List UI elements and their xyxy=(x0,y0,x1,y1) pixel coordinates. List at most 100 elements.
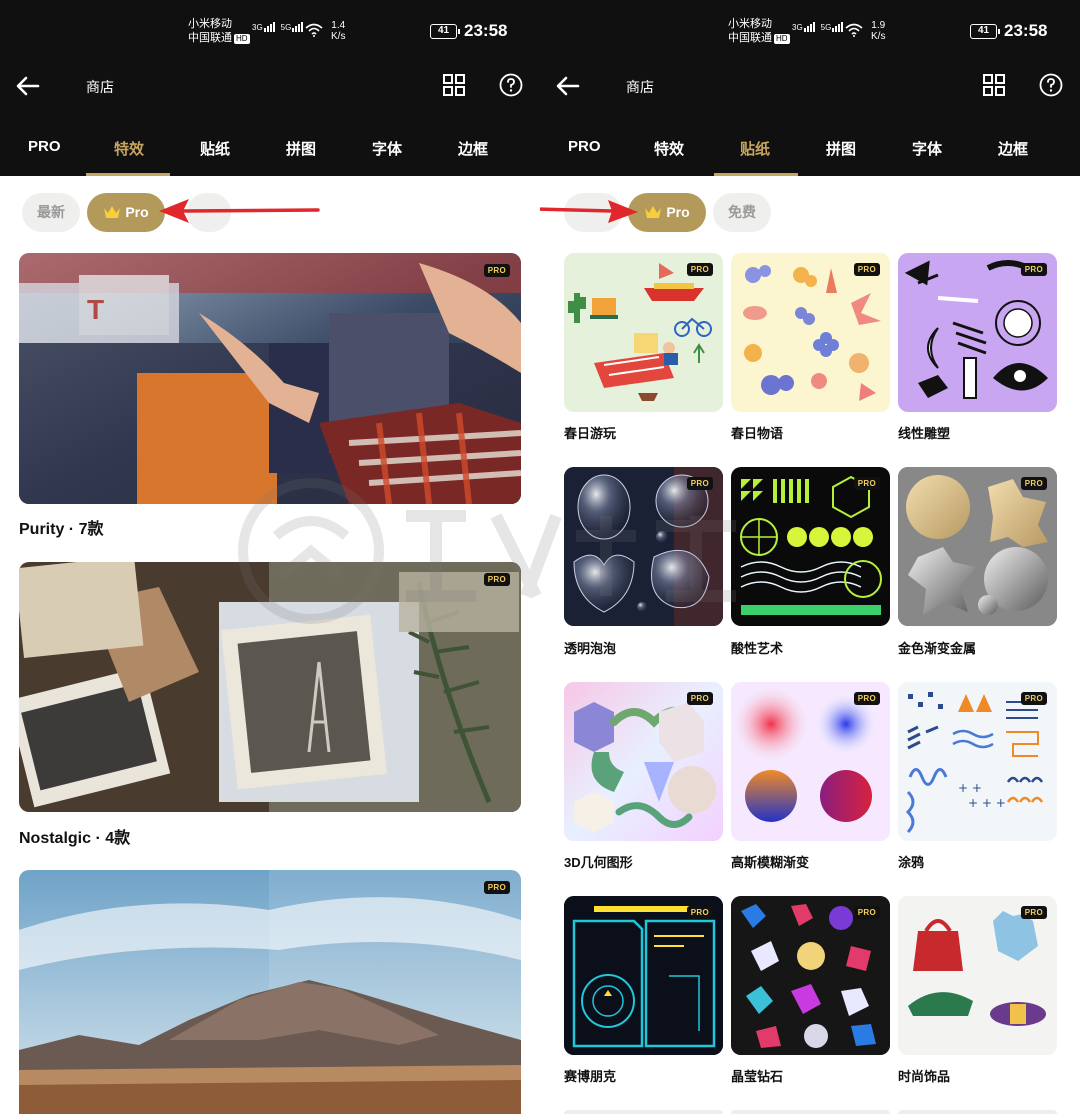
pro-badge: PRO xyxy=(686,263,713,276)
pro-badge: PRO xyxy=(686,692,713,705)
net-type-2: 5G xyxy=(820,23,832,32)
next-row-tile xyxy=(731,1110,890,1114)
sticker-acid-art xyxy=(740,475,882,615)
sticker-line-sculpture xyxy=(904,260,1048,399)
sticker-spring-flowers xyxy=(743,265,881,401)
nostalgic-card[interactable]: PRO xyxy=(19,562,521,812)
net-type-1: 3G xyxy=(252,23,263,32)
tab-frames[interactable]: 边框 xyxy=(998,138,1028,159)
sticker-tile[interactable]: PRO xyxy=(898,896,1057,1055)
nostalgic-image xyxy=(19,562,521,812)
app-header: 小米移动 中国联通 HD 3G 5G 1.4 K/s 41 23:58 商店 PRO… xyxy=(0,0,540,176)
clock: 23:58 xyxy=(464,21,508,40)
tile-label: 赛博朋克 xyxy=(564,1069,617,1084)
tab-stickers[interactable]: 贴纸 xyxy=(200,138,230,159)
sticker-fashion-accessories xyxy=(908,911,1046,1026)
signal-icon: 3G 5G xyxy=(252,22,304,32)
tab-effects[interactable]: 特效 xyxy=(654,138,684,159)
tile-label: 透明泡泡 xyxy=(564,641,617,656)
sticker-tile[interactable]: PRO xyxy=(731,467,890,626)
pro-chip-label: Pro xyxy=(666,204,690,220)
pro-badge: PRO xyxy=(853,906,880,919)
filter-latest-chip[interactable]: 最新 xyxy=(22,193,80,232)
category-tabs: PRO 特效 贴纸 拼图 字体 边框 xyxy=(540,124,1080,176)
tab-collage[interactable]: 拼图 xyxy=(286,138,316,159)
svg-text:T: T xyxy=(87,294,104,325)
mountain-image xyxy=(19,870,521,1114)
tab-pro[interactable]: PRO xyxy=(568,138,601,155)
back-arrow-icon[interactable] xyxy=(14,72,42,100)
tile-label: 晶莹钻石 xyxy=(731,1069,784,1084)
purity-card[interactable]: T PRO xyxy=(19,253,521,504)
sticker-tile[interactable]: PRO xyxy=(731,682,890,841)
landscape-card[interactable]: PRO xyxy=(19,870,521,1114)
tab-collage[interactable]: 拼图 xyxy=(826,138,856,159)
tab-fonts[interactable]: 字体 xyxy=(912,138,942,159)
next-row-tile xyxy=(564,1110,723,1114)
hd-badge: HD xyxy=(774,34,790,44)
svg-text:+ + +: + + + xyxy=(968,796,1006,810)
status-bar: 小米移动 中国联通 HD 3G 5G 1.9 K/s 41 23:58 xyxy=(540,0,1080,60)
crown-icon xyxy=(104,206,121,218)
tab-frames[interactable]: 边框 xyxy=(458,138,488,159)
svg-text:+ +: + + xyxy=(958,781,982,795)
sticker-cyberpunk xyxy=(564,896,723,1055)
right-screen: 小米移动 中国联通 HD 3G 5G 1.9 K/s 41 23:58 商店 PRO… xyxy=(540,0,1080,1114)
pro-badge: PRO xyxy=(853,477,880,490)
manage-grid-icon[interactable] xyxy=(982,73,1006,97)
sticker-tile[interactable]: + + + + + PRO xyxy=(898,682,1057,841)
net-type-1: 3G xyxy=(792,23,803,32)
filter-free-chip[interactable]: 免费 xyxy=(713,193,771,232)
manage-grid-icon[interactable] xyxy=(442,73,466,97)
wifi-icon xyxy=(845,23,863,37)
category-tabs: PRO 特效 贴纸 拼图 字体 边框 xyxy=(0,124,540,176)
sticker-tile[interactable]: PRO xyxy=(564,467,723,626)
red-arrow-annotation xyxy=(159,199,320,223)
sticker-tile[interactable]: PRO xyxy=(564,896,723,1055)
tab-stickers[interactable]: 贴纸 xyxy=(740,138,770,159)
sticker-tile[interactable]: PRO xyxy=(564,253,723,412)
purity-image: T xyxy=(19,253,521,504)
sticker-tile[interactable]: PRO xyxy=(731,896,890,1055)
tile-label: 春日游玩 xyxy=(564,426,617,441)
help-icon[interactable] xyxy=(1039,73,1063,97)
sticker-spring-outing xyxy=(568,263,712,401)
toolbar: 商店 xyxy=(540,60,1080,112)
net-speed: 1.9 K/s xyxy=(871,20,886,42)
crown-icon xyxy=(645,206,662,218)
page-title: 商店 xyxy=(626,79,654,95)
card-title: Purity · 7款 xyxy=(19,521,104,538)
tile-label: 春日物语 xyxy=(731,426,784,441)
sticker-tile[interactable]: PRO xyxy=(731,253,890,412)
net-speed: 1.4 K/s xyxy=(331,20,346,42)
pro-badge: PRO xyxy=(1020,263,1047,276)
pro-badge: PRO xyxy=(686,477,713,490)
pro-badge: PRO xyxy=(1020,906,1047,919)
pro-badge: PRO xyxy=(853,263,880,276)
page-title: 商店 xyxy=(86,79,114,95)
sticker-tile[interactable]: PRO xyxy=(898,467,1057,626)
pro-badge: PRO xyxy=(853,692,880,705)
tab-effects[interactable]: 特效 xyxy=(114,138,144,159)
tile-label: 线性雕塑 xyxy=(898,426,951,441)
carrier-1: 小米移动 xyxy=(188,18,232,30)
filter-pro-chip[interactable]: Pro xyxy=(87,193,165,232)
net-type-2: 5G xyxy=(280,23,292,32)
sticker-doodle: + ++ + + xyxy=(905,692,1044,834)
status-bar: 小米移动 中国联通 HD 3G 5G 1.4 K/s 41 23:58 xyxy=(0,0,540,60)
pro-badge: PRO xyxy=(483,573,510,586)
pro-chip-label: Pro xyxy=(125,204,149,220)
pro-badge: PRO xyxy=(483,881,510,894)
sticker-tile[interactable]: PRO xyxy=(898,253,1057,412)
card-title: Nostalgic · 4款 xyxy=(19,830,131,847)
back-arrow-icon[interactable] xyxy=(554,72,582,100)
tab-pro[interactable]: PRO xyxy=(28,138,61,155)
app-header: 小米移动 中国联通 HD 3G 5G 1.9 K/s 41 23:58 商店 PRO… xyxy=(540,0,1080,176)
red-arrow-annotation xyxy=(540,200,638,223)
tab-fonts[interactable]: 字体 xyxy=(372,138,402,159)
pro-badge: PRO xyxy=(483,264,510,277)
toolbar: 商店 xyxy=(0,60,540,112)
next-row-tile xyxy=(898,1110,1057,1114)
help-icon[interactable] xyxy=(499,73,523,97)
sticker-tile[interactable]: PRO xyxy=(564,682,723,841)
